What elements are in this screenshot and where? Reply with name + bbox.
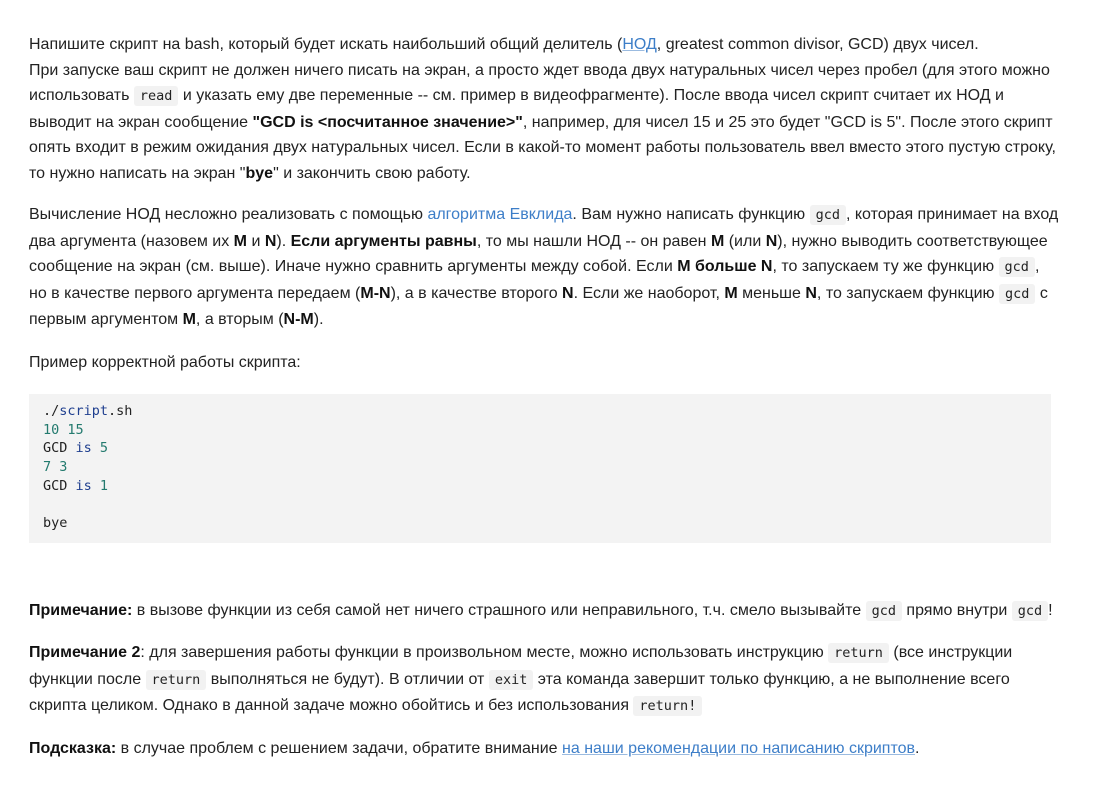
bye-word: bye: [245, 164, 274, 182]
var-n: N: [805, 284, 817, 302]
text: Напишите скрипт на bash, который будет и…: [29, 36, 623, 53]
text: в случае проблем с решением задачи, обра…: [116, 739, 563, 757]
code-number: 5: [99, 440, 109, 457]
text: . Если же наоборот,: [573, 284, 725, 302]
var-n: N: [765, 232, 778, 250]
link-nod[interactable]: НОД: [622, 36, 656, 53]
code-number: 1: [99, 477, 109, 494]
code-gcd: gcd: [1011, 600, 1049, 621]
code-return: return: [828, 643, 889, 664]
code-return: return: [145, 669, 207, 690]
code-text: .sh: [108, 403, 133, 419]
text: " и закончить свою работу.: [273, 164, 471, 182]
code-keyword: is: [75, 477, 92, 494]
var-m: M: [710, 232, 725, 250]
note-1: Примечание: в вызове функции из себя сам…: [29, 598, 1059, 625]
code-keyword: is: [75, 440, 92, 457]
example-code-block: ./script.sh 10 15 GCD is 5 7 3 GCD is 1 …: [29, 394, 1051, 543]
code-gcd: gcd: [809, 205, 846, 225]
text: ).: [313, 311, 324, 328]
text: , greatest common divisor, GCD) двух чис…: [656, 36, 979, 53]
text: в вызове функции из себя самой нет ничег…: [132, 601, 866, 619]
code-keyword: script: [59, 403, 109, 419]
code-gcd: gcd: [998, 257, 1035, 277]
code-text: ./: [43, 403, 60, 419]
example-heading: Пример корректной работы скрипта:: [29, 353, 301, 371]
text: прямо внутри: [901, 601, 1012, 619]
text: , то запускаем функцию: [816, 284, 999, 302]
var-n: N: [562, 284, 574, 302]
algorithm-description: Вычисление НОД несложно реализовать с по…: [29, 202, 1059, 333]
code-number: 10 15: [43, 421, 84, 438]
code-exit: exit: [488, 669, 534, 690]
text: ), а в качестве второго: [390, 284, 563, 302]
text: . Вам нужно написать функцию: [572, 206, 810, 223]
var-m: M: [233, 232, 247, 250]
task-content: Напишите скрипт на bash, который будет и…: [29, 32, 1059, 777]
code-gcd: gcd: [998, 283, 1036, 304]
text: !: [1048, 601, 1053, 619]
note-label: Примечание:: [29, 601, 133, 619]
output-format: "GCD is <посчитанное значение>": [252, 113, 523, 131]
bold-n-minus-m: N-M: [283, 311, 314, 328]
code-read: read: [133, 86, 179, 106]
text: : для завершения работы функции в произв…: [140, 644, 829, 662]
code-gcd: gcd: [865, 600, 902, 621]
bold-m-more-n: M больше N: [677, 258, 773, 275]
text: меньше: [737, 284, 806, 302]
text: Вычисление НОД несложно реализовать с по…: [29, 206, 428, 223]
code-text: GCD: [43, 440, 76, 457]
text: и: [247, 232, 265, 250]
code-number: 7 3: [43, 459, 68, 476]
code-text: GCD: [43, 477, 76, 494]
text: , а вторым (: [195, 311, 284, 328]
text: .: [915, 739, 920, 757]
text: , то запускаем ту же функцию: [772, 258, 999, 275]
var-n: N: [264, 232, 277, 250]
note-2: Примечание 2: для завершения работы функ…: [29, 640, 1059, 720]
task-description: Напишите скрипт на bash, который будет и…: [29, 32, 1059, 186]
code-text: bye: [43, 515, 68, 532]
text: выполняться не будут). В отличии от: [206, 670, 489, 688]
text: ).: [276, 232, 291, 250]
text: (или: [724, 232, 766, 250]
var-m: M: [182, 311, 196, 328]
link-script-recommendations[interactable]: на наши рекомендации по написанию скрипт…: [562, 740, 915, 757]
link-euclid[interactable]: алгоритма Евклида: [427, 206, 572, 223]
hint-label: Подсказка:: [29, 739, 117, 757]
note-label: Примечание 2: [29, 644, 141, 662]
bold-equal: Если аргументы равны: [290, 232, 477, 250]
code-return-bang: return!: [633, 696, 703, 717]
var-m: M: [724, 284, 738, 302]
hint: Подсказка: в случае проблем с решением з…: [29, 736, 1059, 762]
text: , то мы нашли НОД -- он равен: [476, 232, 711, 250]
bold-m-minus-n: M-N: [360, 284, 391, 302]
